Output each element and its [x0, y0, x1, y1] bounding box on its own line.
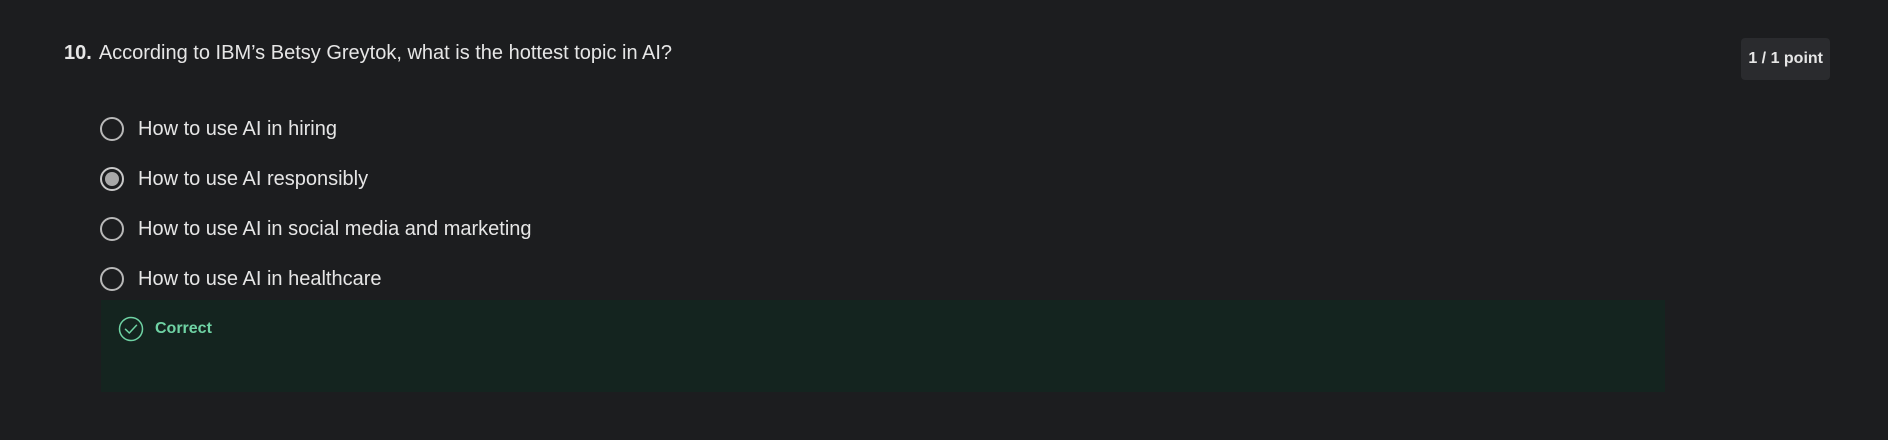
answer-option-label: How to use AI in hiring — [138, 117, 337, 140]
answer-option-4[interactable]: How to use AI in healthcare — [100, 254, 532, 304]
answer-option-label: How to use AI responsibly — [138, 167, 369, 190]
answer-option-label: How to use AI in healthcare — [138, 267, 382, 290]
feedback-status-text: Correct — [155, 320, 212, 337]
radio-button[interactable] — [100, 167, 124, 191]
radio-button[interactable] — [100, 217, 124, 241]
answer-option-label: How to use AI in social media and market… — [138, 217, 532, 240]
radio-button[interactable] — [100, 267, 124, 291]
check-circle-icon — [118, 316, 144, 342]
feedback-status: Correct — [118, 316, 212, 342]
feedback-panel: Correct — [101, 300, 1665, 392]
answer-option-3[interactable]: How to use AI in social media and market… — [100, 204, 532, 254]
points-badge: 1 / 1 point — [1741, 38, 1830, 80]
question-text: According to IBM’s Betsy Greytok, what i… — [98, 42, 673, 64]
question-header: 10. According to IBM’s Betsy Greytok, wh… — [64, 42, 672, 65]
radio-button[interactable] — [100, 117, 124, 141]
answer-option-1[interactable]: How to use AI in hiring — [100, 104, 532, 154]
question-number: 10. — [64, 42, 92, 64]
answer-option-2[interactable]: How to use AI responsibly — [100, 154, 532, 204]
answer-options: How to use AI in hiring How to use AI re… — [100, 104, 532, 304]
quiz-question: 10. According to IBM’s Betsy Greytok, wh… — [64, 38, 1830, 402]
